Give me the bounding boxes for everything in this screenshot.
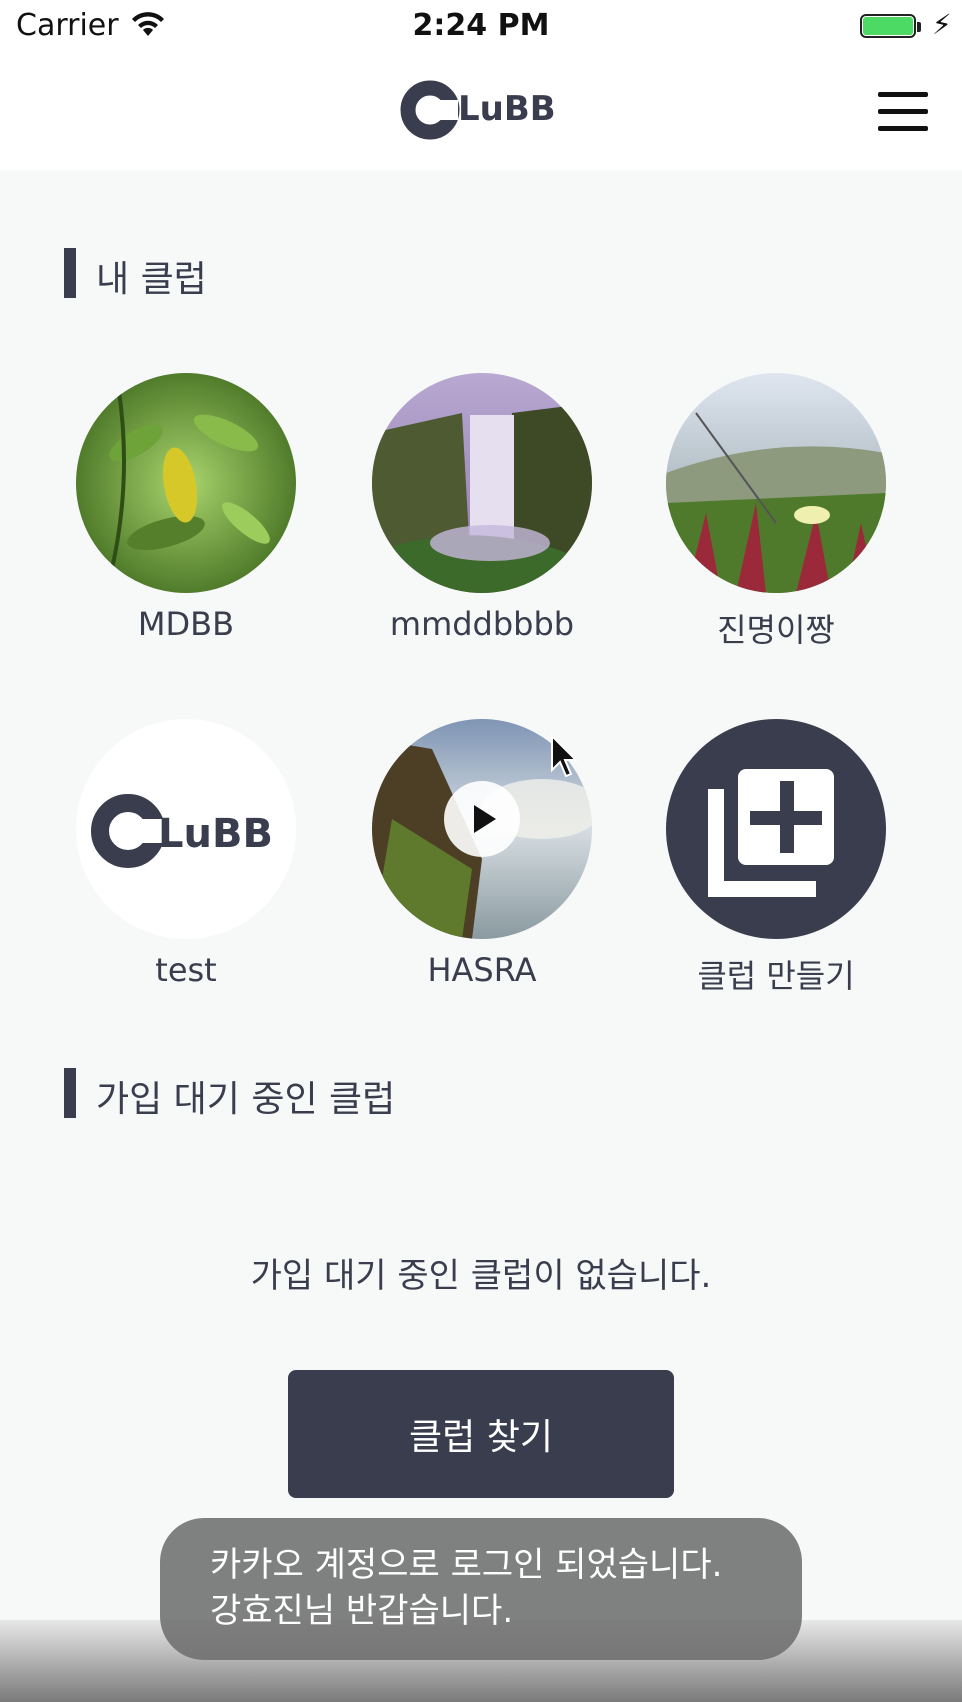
app-header: LuBB <box>0 56 962 170</box>
club-item-jinmyeong[interactable]: 진명이짱 <box>666 373 886 649</box>
club-item-mmddbbbb[interactable]: mmddbbbb <box>372 373 592 643</box>
toast-message: 카카오 계정으로 로그인 되었습니다. 강효진님 반갑습니다. <box>160 1518 802 1660</box>
club-name: test <box>155 951 217 989</box>
hamburger-menu-icon[interactable] <box>878 92 930 132</box>
club-name: MDBB <box>137 605 235 643</box>
status-bar: Carrier 2:24 PM ⚡ <box>0 0 962 56</box>
clubb-logo[interactable]: LuBB <box>400 74 560 144</box>
club-name: mmddbbbb <box>389 605 575 643</box>
svg-text:LuBB: LuBB <box>158 811 273 857</box>
svg-text:LuBB: LuBB <box>458 89 556 129</box>
find-club-button[interactable]: 클럽 찾기 <box>288 1370 674 1498</box>
club-name: HASRA <box>427 951 537 989</box>
club-image <box>372 373 592 593</box>
toast-line-2: 강효진님 반갑습니다. <box>210 1591 514 1631</box>
create-club-button[interactable]: 클럽 만들기 <box>666 719 886 995</box>
battery-icon <box>860 14 922 42</box>
pending-clubs-title: 가입 대기 중인 클럽 <box>96 1079 396 1120</box>
club-image <box>666 373 886 593</box>
my-clubs-title: 내 클럽 <box>96 259 207 300</box>
clock: 2:24 PM <box>412 8 550 43</box>
club-item-test[interactable]: LuBB test <box>76 719 296 989</box>
club-name: 진명이짱 <box>717 611 835 649</box>
charging-icon: ⚡ <box>932 8 952 41</box>
toast-line-1: 카카오 계정으로 로그인 되었습니다. <box>210 1545 723 1585</box>
empty-message: 가입 대기 중인 클럽이 없습니다. <box>250 1256 712 1296</box>
mouse-cursor-icon <box>551 734 579 778</box>
add-club-icon <box>666 719 886 939</box>
club-image <box>76 373 296 593</box>
club-image: LuBB <box>76 719 296 939</box>
club-name: 클럽 만들기 <box>697 957 855 995</box>
club-item-mdbb[interactable]: MDBB <box>76 373 296 643</box>
